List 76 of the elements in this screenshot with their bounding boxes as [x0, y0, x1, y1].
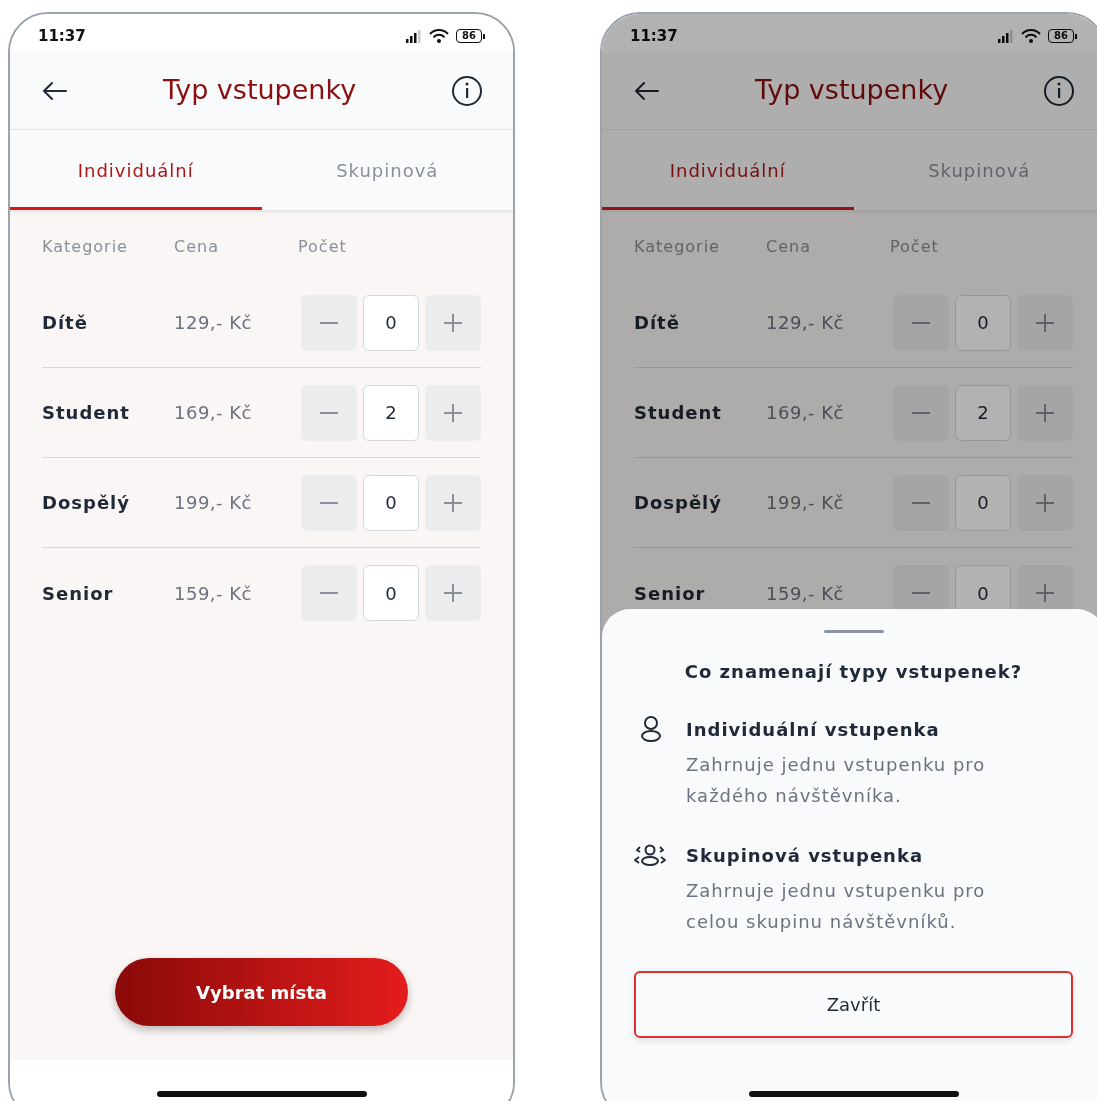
drag-handle[interactable] — [823, 630, 884, 633]
info-icon — [1043, 74, 1075, 107]
group-icon — [634, 843, 666, 867]
plus-icon — [444, 403, 462, 422]
price-label: 169,- Kč — [766, 401, 845, 425]
plus-button[interactable] — [425, 294, 481, 351]
page-title: Typ vstupenky — [162, 73, 357, 108]
item-description: Zahrnuje jednu vstupenku pro celou skupinu návštěvníků. — [686, 879, 987, 934]
minus-icon — [320, 321, 338, 324]
minus-icon — [912, 321, 930, 324]
info-icon — [451, 74, 483, 107]
price-label: 159,- Kč — [766, 581, 845, 606]
select-seats-button[interactable]: Vybrat místa — [115, 958, 408, 1026]
column-header: Kategorie — [42, 236, 129, 258]
plus-button[interactable] — [425, 565, 481, 621]
wifi-icon — [428, 28, 451, 44]
minus-icon — [912, 592, 930, 594]
page-title: Typ vstupenky — [754, 73, 949, 108]
category-label: Dítě — [42, 311, 89, 335]
column-header: Cena — [174, 236, 220, 258]
count-field[interactable]: 0 — [955, 294, 1011, 351]
back-arrow-icon — [40, 80, 68, 101]
close-button[interactable]: Zavřít — [634, 971, 1073, 1038]
price-label: 169,- Kč — [174, 401, 253, 425]
category-label: Dospělý — [634, 491, 724, 515]
price-label: 159,- Kč — [174, 581, 253, 606]
plus-button[interactable] — [1017, 474, 1073, 531]
plus-icon — [1036, 493, 1054, 512]
category-label: Senior — [634, 581, 707, 606]
count-field[interactable]: 0 — [363, 294, 419, 351]
price-label: 199,- Kč — [174, 491, 253, 515]
count-field[interactable]: 0 — [363, 565, 419, 621]
minus-icon — [912, 501, 930, 504]
plus-icon — [1036, 313, 1054, 332]
category-label: Dítě — [634, 311, 681, 335]
wifi-icon — [1020, 28, 1043, 44]
price-label: 129,- Kč — [174, 311, 253, 335]
count-field[interactable]: 0 — [363, 474, 419, 531]
plus-button[interactable] — [425, 474, 481, 531]
column-header: Kategorie — [634, 236, 721, 258]
plus-icon — [1036, 403, 1054, 422]
item-description: Zahrnuje jednu vstupenku pro každého návštěvníka. — [686, 753, 987, 808]
status-time: 11:37 — [630, 25, 678, 47]
count-field[interactable]: 0 — [955, 474, 1011, 531]
minus-icon — [320, 592, 338, 594]
back-arrow-icon — [632, 80, 660, 101]
minus-icon — [320, 501, 338, 504]
battery-level: 86 — [456, 29, 482, 43]
sheet-title: Co znamenají typy vstupenek? — [683, 660, 1024, 684]
plus-icon — [444, 584, 462, 602]
minus-icon — [912, 411, 930, 414]
category-label: Student — [42, 401, 131, 425]
price-label: 129,- Kč — [766, 311, 845, 335]
price-label: 199,- Kč — [766, 491, 845, 515]
plus-button[interactable] — [1017, 294, 1073, 351]
column-header: Počet — [298, 236, 347, 258]
category-label: Senior — [42, 581, 115, 606]
plus-button[interactable] — [425, 384, 481, 441]
status-time: 11:37 — [38, 25, 86, 47]
column-header: Počet — [890, 236, 939, 258]
plus-icon — [444, 313, 462, 332]
item-title: Individuální vstupenka — [686, 719, 941, 741]
plus-icon — [1036, 584, 1054, 602]
signal-icon — [405, 28, 423, 44]
category-label: Dospělý — [42, 491, 132, 515]
category-label: Student — [634, 401, 723, 425]
minus-icon — [320, 411, 338, 414]
signal-icon — [997, 28, 1015, 44]
count-field[interactable]: 2 — [955, 384, 1011, 441]
person-icon — [640, 715, 662, 743]
plus-button[interactable] — [1017, 384, 1073, 441]
column-header: Cena — [766, 236, 812, 258]
battery-level: 86 — [1048, 29, 1074, 43]
count-field[interactable]: 2 — [363, 384, 419, 441]
item-title: Skupinová vstupenka — [686, 845, 925, 867]
plus-icon — [444, 493, 462, 512]
